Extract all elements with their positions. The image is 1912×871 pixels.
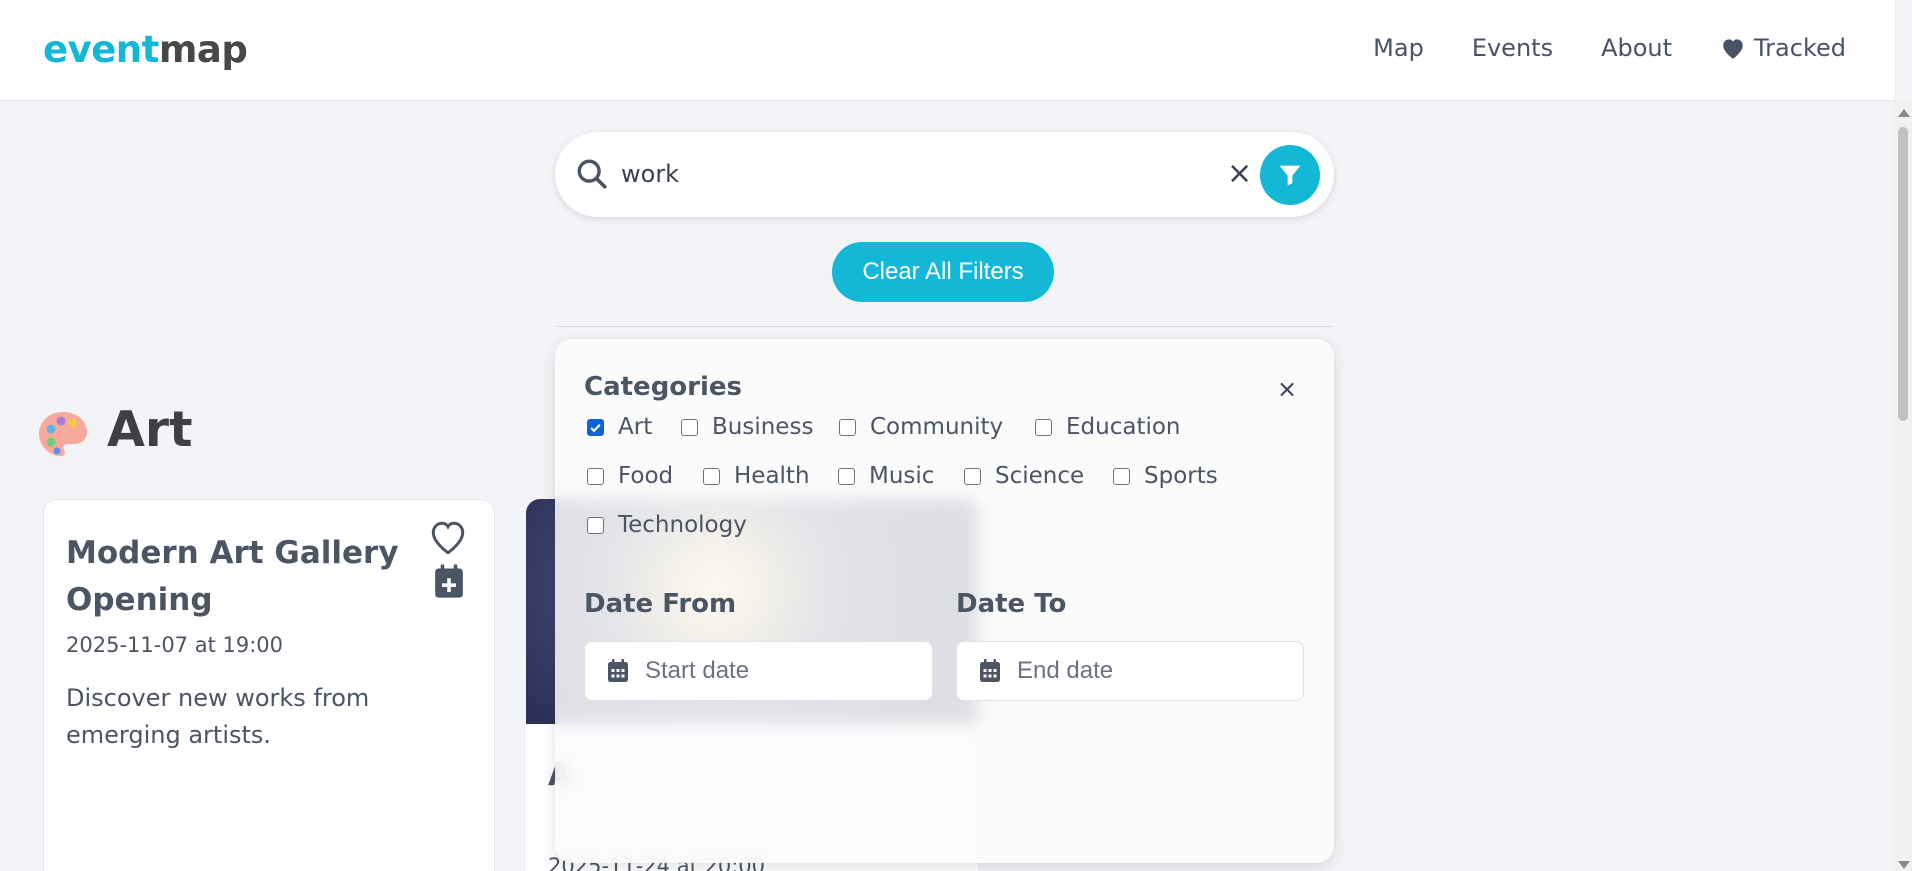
checkbox[interactable]	[1035, 418, 1052, 436]
checkbox[interactable]	[703, 467, 720, 485]
end-date-input[interactable]	[1017, 657, 1267, 685]
nav-tracked[interactable]: Tracked	[1720, 34, 1846, 62]
nav-events[interactable]: Events	[1472, 34, 1553, 62]
checkbox[interactable]	[681, 418, 698, 436]
heart-outline-icon[interactable]	[428, 520, 468, 556]
category-label: Music	[869, 463, 935, 489]
clear-search-icon[interactable]: ×	[1227, 154, 1252, 194]
search-bar: ×	[555, 132, 1334, 217]
calendar-icon	[980, 659, 1000, 682]
end-date-field[interactable]	[956, 641, 1304, 701]
nav-map[interactable]: Map	[1373, 34, 1424, 62]
scroll-up-arrow[interactable]	[1898, 109, 1910, 117]
filter-icon	[1279, 165, 1301, 186]
checkbox[interactable]	[839, 418, 856, 436]
category-label: Art	[618, 414, 653, 440]
category-label: Education	[1066, 414, 1181, 440]
category-music[interactable]: Music	[838, 463, 934, 489]
category-label: Health	[734, 463, 810, 489]
category-label: Technology	[618, 512, 747, 538]
main-nav: Map Events About Tracked	[1373, 34, 1846, 62]
category-sports[interactable]: Sports	[1113, 463, 1218, 489]
category-label: Sports	[1144, 463, 1218, 489]
category-food[interactable]: Food	[587, 463, 673, 489]
page-scrollbar[interactable]	[1894, 101, 1912, 871]
search-input[interactable]	[621, 154, 1181, 194]
category-health[interactable]: Health	[703, 463, 810, 489]
start-date-input[interactable]	[645, 657, 895, 685]
scroll-down-arrow[interactable]	[1898, 861, 1910, 869]
category-label: Business	[712, 414, 814, 440]
checkbox[interactable]	[587, 467, 604, 485]
nav-tracked-label: Tracked	[1754, 34, 1846, 62]
category-art[interactable]: Art	[587, 414, 652, 440]
category-technology[interactable]: Technology	[587, 512, 747, 538]
close-filter-panel-icon[interactable]: ×	[1277, 375, 1297, 403]
filter-panel: Categories × Art Business Community Educ…	[555, 339, 1334, 863]
checkbox[interactable]	[1113, 467, 1130, 485]
category-science[interactable]: Science	[964, 463, 1084, 489]
event-date: 2025-11-07 at 19:00	[66, 633, 284, 657]
clear-all-filters-button[interactable]: Clear All Filters	[832, 242, 1054, 302]
date-from-heading: Date From	[584, 589, 737, 619]
logo-map: map	[158, 28, 248, 71]
scrollbar-thumb[interactable]	[1898, 127, 1908, 421]
palette-icon	[39, 412, 87, 456]
event-description: Discover new works from emerging artists…	[66, 684, 370, 749]
logo-event: event	[43, 28, 159, 71]
heart-icon	[1723, 39, 1743, 59]
divider	[555, 326, 1334, 327]
checkbox[interactable]	[587, 516, 604, 534]
top-header: eventmap Map Events About Tracked	[0, 0, 1894, 101]
calendar-plus-icon[interactable]	[432, 563, 466, 599]
categories-heading: Categories	[584, 372, 743, 402]
category-label: Community	[870, 414, 1004, 440]
category-label: Science	[995, 463, 1085, 489]
category-label: Food	[618, 463, 674, 489]
search-icon	[577, 159, 607, 189]
start-date-field[interactable]	[584, 641, 933, 701]
section-title: Art	[107, 401, 193, 458]
date-to-heading: Date To	[956, 589, 1067, 619]
category-business[interactable]: Business	[681, 414, 813, 440]
filter-toggle-button[interactable]	[1260, 145, 1320, 205]
event-card[interactable]: Modern Art Gallery Opening 2025-11-07 at…	[43, 499, 495, 871]
calendar-icon	[608, 659, 628, 682]
checkbox[interactable]	[838, 467, 855, 485]
event-title[interactable]: Modern Art Gallery Opening	[66, 530, 406, 624]
logo[interactable]: eventmap	[43, 28, 248, 71]
checkbox[interactable]	[964, 467, 981, 485]
category-education[interactable]: Education	[1035, 414, 1181, 440]
category-community[interactable]: Community	[839, 414, 1003, 440]
checkbox-checked[interactable]	[587, 418, 604, 436]
nav-about[interactable]: About	[1601, 34, 1672, 62]
